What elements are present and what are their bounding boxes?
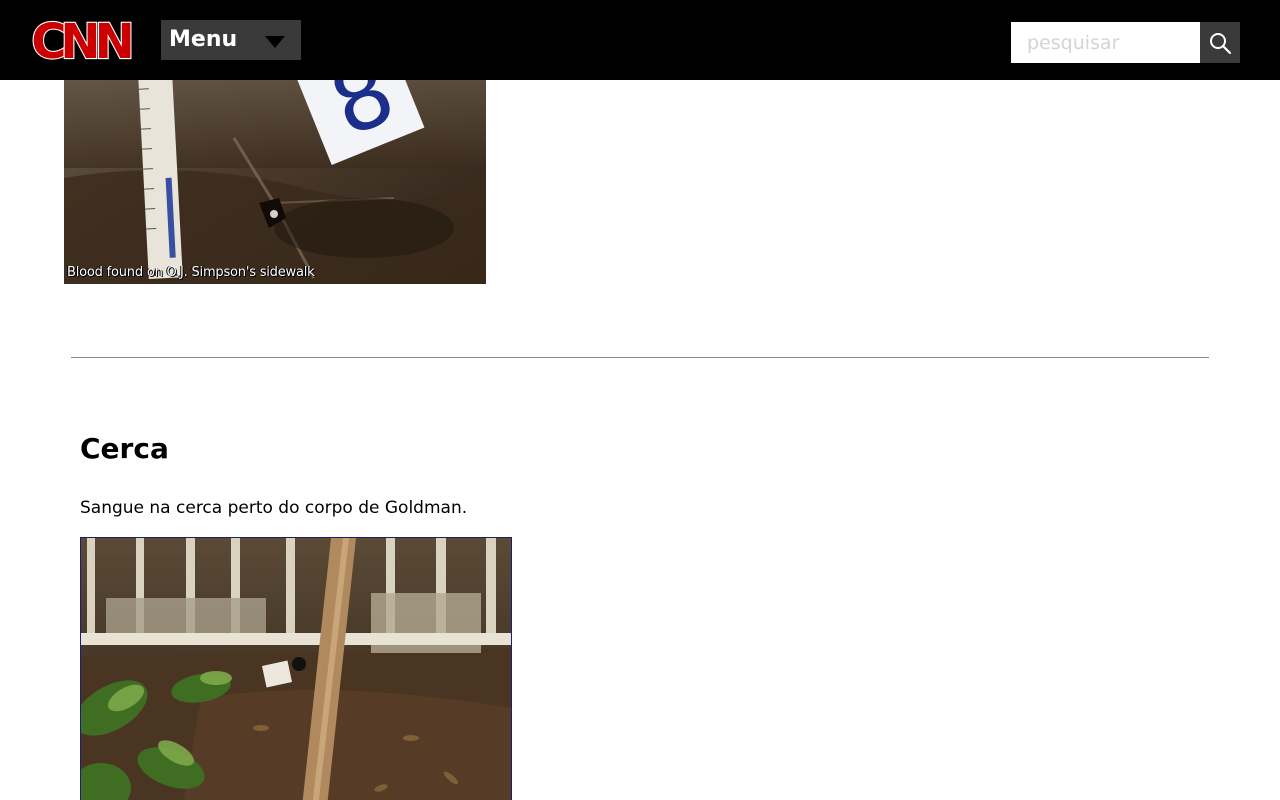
fence-blood-photo [80,537,512,800]
cnn-logo[interactable]: CNN [26,15,134,65]
menu-label: Menu [169,27,238,52]
magnifier-icon [1210,33,1231,54]
fence-photo-graphic [81,538,511,800]
photo-caption: Blood found on O.J. Simpson's sidewalk [67,265,315,280]
section-title: Cerca [80,432,169,465]
caret-down-icon[interactable] [265,36,285,48]
top-navigation-bar: CNN Menu [0,0,1280,80]
page: 8 Blood found on O.J. Simpson's sidewalk… [0,0,1280,800]
section-description: Sangue na cerca perto do corpo de Goldma… [80,498,468,518]
cnn-logo-icon: CNN [30,15,134,65]
search-button[interactable] [1200,22,1240,63]
logo-text: CNN [31,15,130,65]
search-input[interactable] [1011,22,1200,63]
section-divider [71,357,1209,358]
